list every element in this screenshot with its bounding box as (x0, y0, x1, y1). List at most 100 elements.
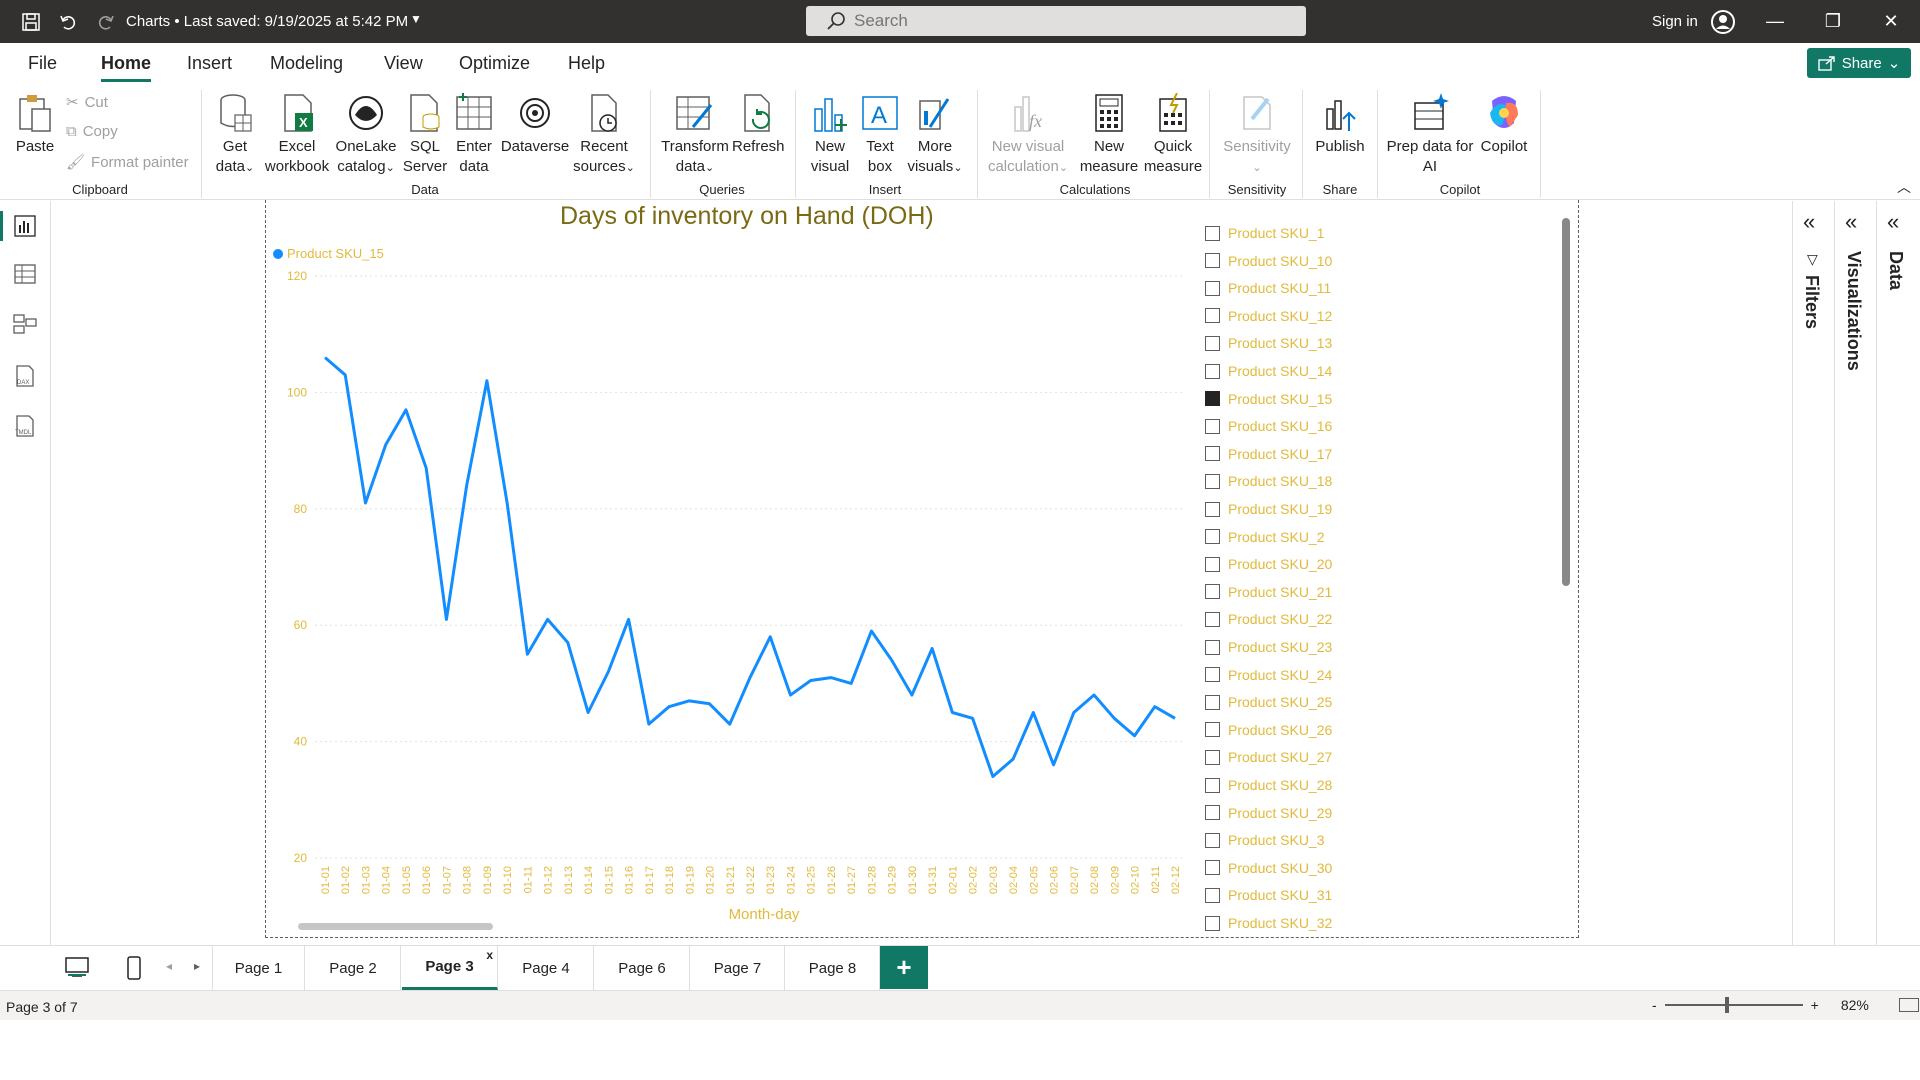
slicer-item[interactable]: Product SKU_19 (1205, 498, 1332, 520)
share-button[interactable]: Share ⌄ (1807, 48, 1911, 78)
checkbox[interactable] (1205, 805, 1220, 821)
tab-file[interactable]: File (28, 53, 57, 74)
slicer-item[interactable]: Product SKU_20 (1205, 553, 1332, 575)
save-icon[interactable] (18, 9, 44, 35)
checkbox[interactable] (1205, 584, 1220, 600)
dataverse-button[interactable]: Dataverse (500, 93, 570, 157)
slicer-item[interactable]: Product SKU_21 (1205, 581, 1332, 603)
prev-page-icon[interactable]: ◂ (166, 959, 172, 973)
tab-view[interactable]: View (384, 53, 423, 74)
sensitivity-button[interactable]: Sensitivity ⌄ (1218, 93, 1296, 178)
slicer-item[interactable]: Product SKU_22 (1205, 608, 1332, 630)
model-view-icon[interactable] (12, 311, 38, 337)
slicer-item[interactable]: Product SKU_32 (1205, 912, 1332, 934)
slicer-item[interactable]: Product SKU_31 (1205, 884, 1332, 906)
slicer-item[interactable]: Product SKU_12 (1205, 305, 1332, 327)
restore-icon[interactable]: ❐ (1804, 0, 1862, 43)
tab-help[interactable]: Help (568, 53, 605, 74)
copy-button[interactable]: ⧉ Copy (66, 123, 118, 140)
tmdl-view-icon[interactable]: TMDL (12, 413, 38, 439)
line-chart[interactable]: 20 40 60 80 100 120 01-01 01-02 01-03 01-04 01-05 0… (265, 258, 1200, 928)
slicer-item[interactable]: Product SKU_13 (1205, 332, 1332, 354)
slicer-item[interactable]: Product SKU_2 (1205, 526, 1325, 548)
filters-pane[interactable]: « ▽ Filters (1792, 201, 1834, 945)
prep-data-for-ai-button[interactable]: Prep data for AI (1385, 93, 1475, 177)
new-visual-button[interactable]: New visual (805, 93, 855, 177)
slicer-item[interactable]: Product SKU_24 (1205, 664, 1332, 686)
checkbox[interactable] (1205, 418, 1220, 434)
onelake-catalog-button[interactable]: OneLake catalog⌄ (334, 93, 398, 178)
fit-to-page-icon[interactable] (1898, 998, 1919, 1012)
checkbox-checked[interactable] (1205, 391, 1220, 407)
page-tab[interactable]: Page 1 (212, 946, 305, 990)
copilot-button[interactable]: Copilot (1476, 93, 1532, 157)
slicer-item[interactable]: Product SKU_27 (1205, 746, 1332, 768)
checkbox[interactable] (1205, 722, 1220, 738)
checkbox[interactable] (1205, 749, 1220, 765)
mobile-layout-icon[interactable] (126, 956, 142, 985)
slicer-item[interactable]: Product SKU_25 (1205, 691, 1332, 713)
checkbox[interactable] (1205, 335, 1220, 351)
data-pane[interactable]: « Data (1876, 201, 1920, 945)
undo-icon[interactable] (55, 9, 81, 35)
transform-data-button[interactable]: Transform data⌄ (660, 93, 730, 178)
slicer-scrollbar[interactable] (1562, 218, 1570, 586)
slicer-item[interactable]: Product SKU_10 (1205, 250, 1332, 272)
page-tab-active[interactable]: Page 3 x (402, 946, 498, 990)
get-data-button[interactable]: Get data⌄ (210, 93, 260, 178)
checkbox[interactable] (1205, 280, 1220, 296)
slicer-item[interactable]: Product SKU_15 (1205, 388, 1332, 410)
checkbox[interactable] (1205, 501, 1220, 517)
expand-filters-icon[interactable]: « (1803, 209, 1815, 235)
slicer-item[interactable]: Product SKU_29 (1205, 802, 1332, 824)
checkbox[interactable] (1205, 832, 1220, 848)
checkbox[interactable] (1205, 253, 1220, 269)
zoom-out-icon[interactable]: - (1652, 997, 1657, 1013)
visualizations-pane[interactable]: « Visualizations (1834, 201, 1876, 945)
account-icon[interactable] (1710, 9, 1736, 35)
new-visual-calculation-button[interactable]: fx New visual calculation⌄ (985, 93, 1071, 178)
checkbox[interactable] (1205, 639, 1220, 655)
checkbox[interactable] (1205, 363, 1220, 379)
checkbox[interactable] (1205, 887, 1220, 903)
search-box[interactable] (806, 6, 1306, 36)
slicer-item[interactable]: Product SKU_28 (1205, 774, 1332, 796)
minimize-icon[interactable]: — (1746, 0, 1804, 43)
desktop-layout-icon[interactable] (64, 956, 90, 983)
checkbox[interactable] (1205, 556, 1220, 572)
report-view-icon[interactable] (12, 213, 38, 239)
slicer-item[interactable]: Product SKU_23 (1205, 636, 1332, 658)
tab-home[interactable]: Home (101, 53, 152, 82)
format-painter-button[interactable]: 🖌 Format painter (66, 153, 189, 172)
chart-horizontal-scrollbar[interactable] (298, 923, 493, 930)
expand-data-icon[interactable]: « (1887, 209, 1899, 235)
file-title[interactable]: Charts • Last saved: 9/19/2025 at 5:42 P… (126, 13, 408, 30)
search-input[interactable] (854, 11, 1274, 31)
add-page-button[interactable]: + (880, 946, 928, 989)
sql-server-button[interactable]: SQL Server (402, 93, 448, 177)
page-tab[interactable]: Page 7 (691, 946, 785, 990)
checkbox[interactable] (1205, 777, 1220, 793)
new-measure-button[interactable]: New measure (1078, 93, 1140, 177)
page-tab[interactable]: Page 8 (786, 946, 880, 990)
slicer-item[interactable]: Product SKU_14 (1205, 360, 1332, 382)
checkbox[interactable] (1205, 667, 1220, 683)
slicer-item[interactable]: Product SKU_30 (1205, 857, 1332, 879)
zoom-in-icon[interactable]: + (1811, 997, 1819, 1013)
slicer-item[interactable]: Product SKU_18 (1205, 470, 1332, 492)
recent-sources-button[interactable]: Recent sources⌄ (572, 93, 636, 178)
redo-icon[interactable] (93, 9, 119, 35)
expand-visualizations-icon[interactable]: « (1845, 209, 1857, 235)
checkbox[interactable] (1205, 529, 1220, 545)
tab-optimize[interactable]: Optimize (459, 53, 530, 74)
checkbox[interactable] (1205, 611, 1220, 627)
checkbox[interactable] (1205, 225, 1220, 241)
cut-button[interactable]: ✂ Cut (66, 93, 108, 112)
zoom-slider-thumb[interactable] (1724, 997, 1729, 1013)
slicer-item[interactable]: Product SKU_16 (1205, 415, 1332, 437)
page-tab[interactable]: Page 4 (499, 946, 594, 990)
slicer-item[interactable]: Product SKU_3 (1205, 829, 1325, 851)
title-dropdown-icon[interactable]: ▼ (410, 12, 422, 26)
checkbox[interactable] (1205, 473, 1220, 489)
checkbox[interactable] (1205, 915, 1220, 931)
